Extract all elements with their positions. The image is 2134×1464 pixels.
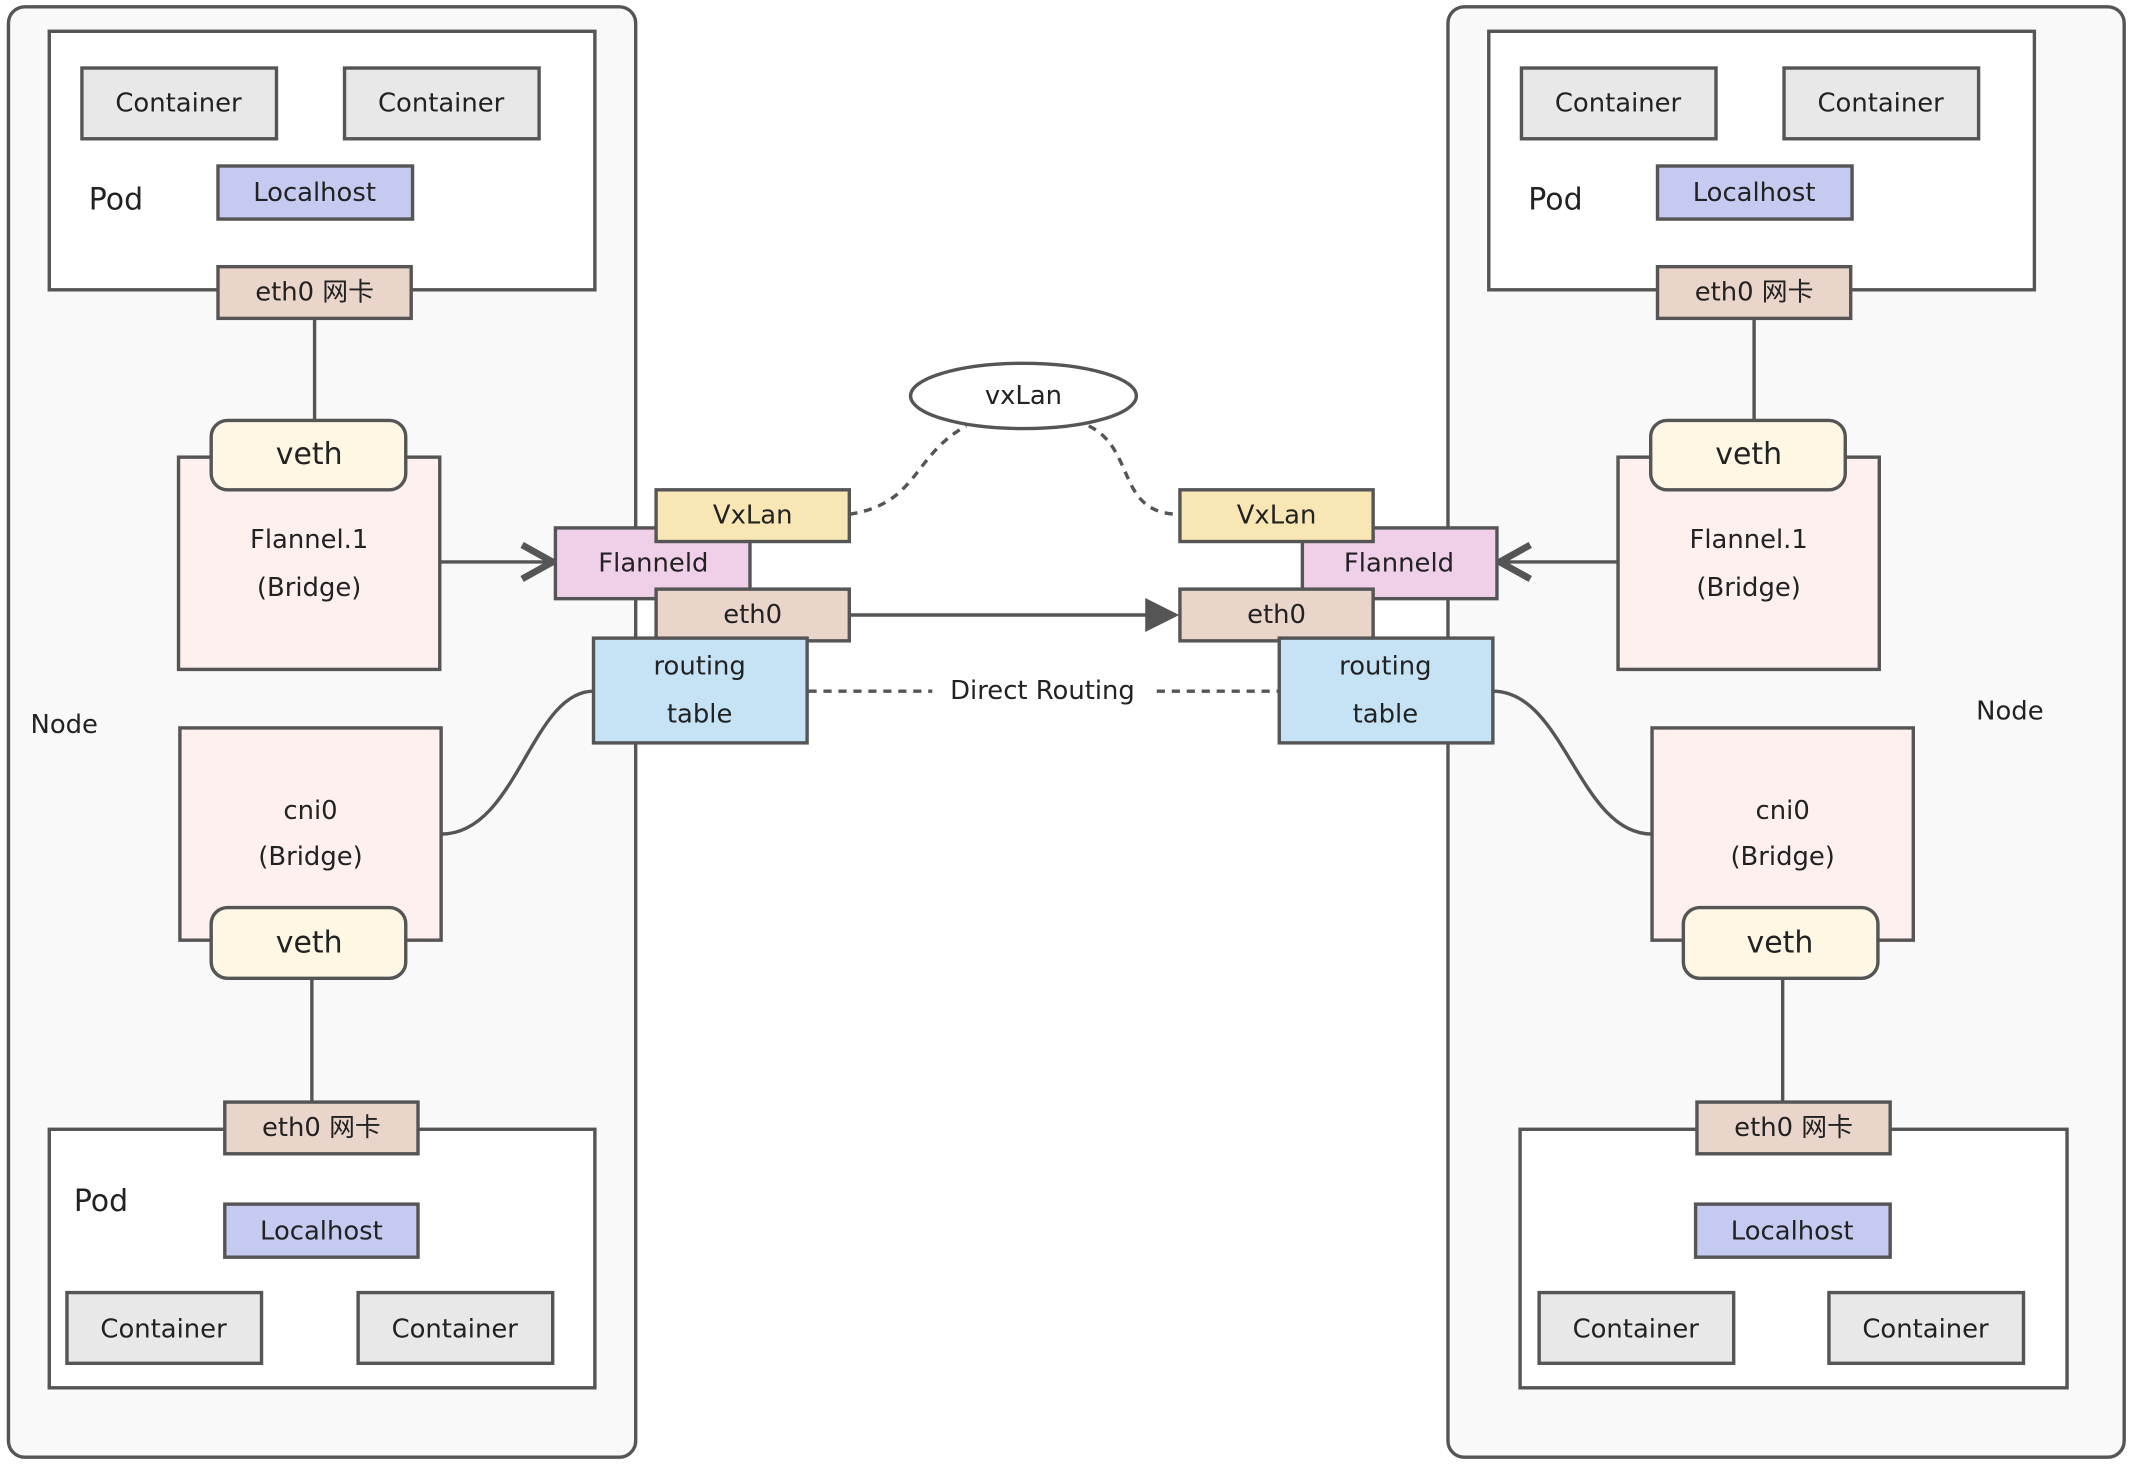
routing-label: table <box>1353 699 1418 729</box>
vxlan-tunnel-label: vxLan <box>985 381 1062 411</box>
routing-label: table <box>667 699 732 729</box>
vxlan-dashed-link <box>1088 424 1180 517</box>
bridge-type: (Bridge) <box>257 573 361 603</box>
veth-label: veth <box>276 437 343 472</box>
localhost-label: Localhost <box>1731 1216 1854 1246</box>
veth-label: veth <box>1715 437 1782 472</box>
bridge-type: (Bridge) <box>1730 842 1834 872</box>
vxlan-label: VxLan <box>1237 501 1317 531</box>
cni0-bridge: cni0 (Bridge) veth <box>178 726 443 980</box>
container-label: Container <box>392 1314 519 1344</box>
direct-routing-label: Direct Routing <box>950 676 1135 706</box>
container-label: Container <box>1573 1314 1700 1344</box>
routing-label: routing <box>1339 652 1431 682</box>
eth0-nic-label: eth0 网卡 <box>1734 1113 1853 1143</box>
right-node: Node Container Container Pod Localhost e… <box>1446 5 2126 1459</box>
flannel-bridge: veth Flannel.1 (Bridge) <box>176 418 442 672</box>
bridge-name: cni0 <box>283 796 337 826</box>
bottom-pod: eth0 网卡 Pod Localhost Container Containe… <box>47 1100 597 1390</box>
left-node: Node Container Container Pod Localhost e… <box>6 5 638 1459</box>
bridge-name: cni0 <box>1756 796 1810 826</box>
eth0-nic-label: eth0 网卡 <box>262 1113 381 1143</box>
routing-label: routing <box>653 652 745 682</box>
top-pod: Container Container Pod Localhost eth0 网… <box>1487 29 2037 321</box>
flannel-bridge: veth Flannel.1 (Bridge) <box>1616 418 1881 672</box>
bridge-name: Flannel.1 <box>250 525 368 555</box>
flanneld-label: Flanneld <box>1344 548 1454 578</box>
localhost-label: Localhost <box>253 178 376 208</box>
eth0-nic-label: eth0 网卡 <box>1695 278 1814 308</box>
node-label: Node <box>1976 697 2043 727</box>
bottom-pod: eth0 网卡 Localhost Container Container <box>1518 1100 2069 1390</box>
flannel-network-diagram: Node Container Container Pod Localhost e… <box>6 5 2126 1459</box>
pod-label: Pod <box>1528 183 1582 218</box>
container-label: Container <box>378 88 505 118</box>
container-label: Container <box>1555 88 1682 118</box>
eth0-label: eth0 <box>1247 600 1306 630</box>
veth-label: veth <box>1747 925 1814 960</box>
cni0-bridge: cni0 (Bridge) veth <box>1650 726 1915 980</box>
node-label: Node <box>31 710 98 740</box>
pod-label: Pod <box>74 1184 128 1219</box>
flanneld-label: Flanneld <box>598 548 708 578</box>
bridge-name: Flannel.1 <box>1689 525 1807 555</box>
bridge-type: (Bridge) <box>258 842 362 872</box>
eth0-nic-label: eth0 网卡 <box>255 278 374 308</box>
top-pod: Container Container Pod Localhost eth0 网… <box>47 29 597 321</box>
container-label: Container <box>115 88 242 118</box>
pod-label: Pod <box>89 183 143 218</box>
eth0-label: eth0 <box>723 600 782 630</box>
localhost-label: Localhost <box>1693 178 1816 208</box>
veth-label: veth <box>276 925 343 960</box>
container-label: Container <box>100 1314 227 1344</box>
vxlan-dashed-link <box>849 424 968 516</box>
vxlan-label: VxLan <box>713 501 793 531</box>
bridge-type: (Bridge) <box>1696 573 1800 603</box>
container-label: Container <box>1862 1314 1989 1344</box>
localhost-label: Localhost <box>260 1216 383 1246</box>
container-label: Container <box>1817 88 1944 118</box>
